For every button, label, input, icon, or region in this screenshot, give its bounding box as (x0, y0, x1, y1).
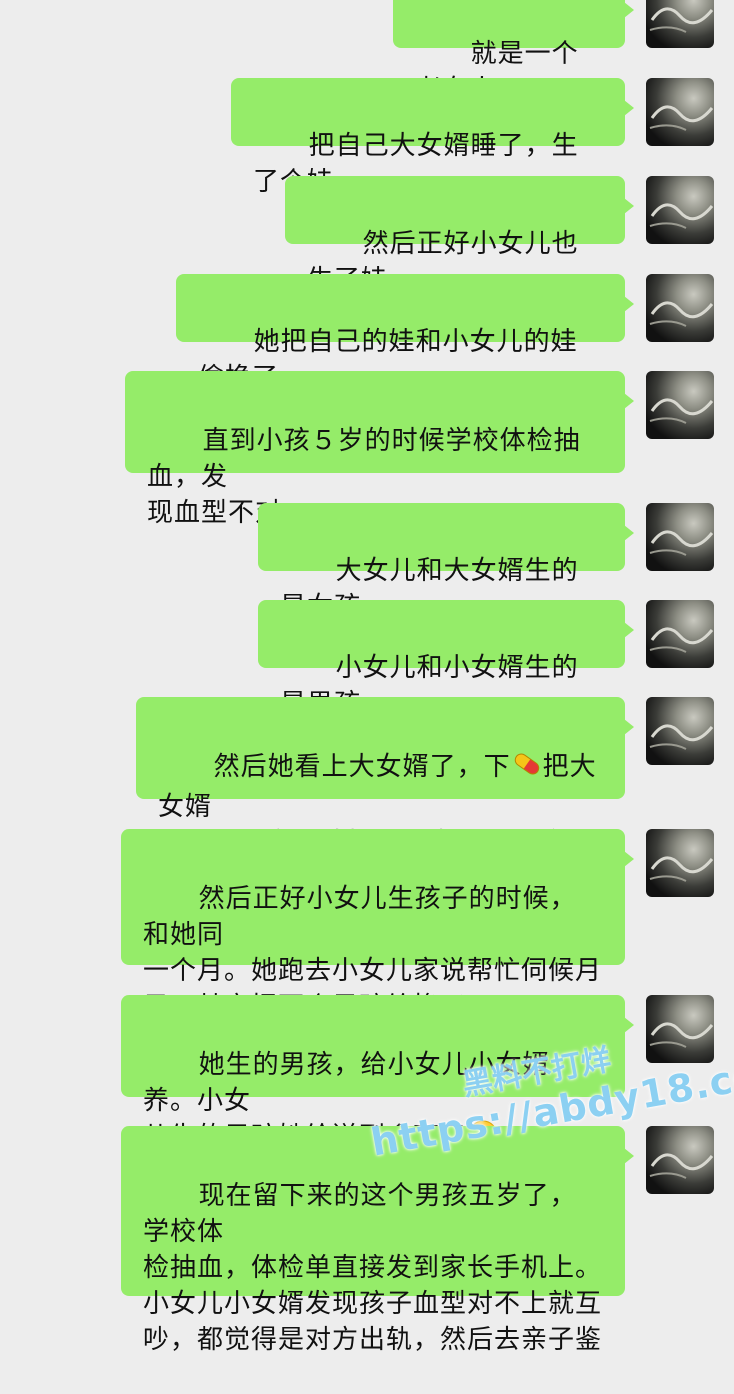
message-bubble[interactable]: 大女儿和大女婿生的是女孩 (258, 503, 634, 622)
user-avatar[interactable] (646, 503, 714, 571)
message-bubble[interactable]: 她生的男孩，给小女儿小女婿养。小女 儿生的男孩她给送到乡下了 (121, 995, 634, 1152)
message-bubble[interactable]: 现在留下来的这个男孩五岁了，学校体 检抽血，体检单直接发到家长手机上。 小女儿小… (121, 1126, 634, 1355)
message-text: 现在留下来的这个男孩五岁了，学校体 检抽血，体检单直接发到家长手机上。 小女儿小… (143, 1181, 603, 1355)
chat-message-list[interactable]: 就是一个老女人 把自己大女婿睡了，生了个娃 然后正好小女儿也生了娃 她把自己的娃… (0, 0, 734, 1355)
user-avatar[interactable] (646, 0, 714, 48)
user-avatar[interactable] (646, 697, 714, 765)
message-bubble[interactable]: 小女儿和小女婿生的是男孩 (258, 600, 634, 719)
user-avatar[interactable] (646, 176, 714, 244)
message-bubble[interactable]: 直到小孩５岁的时候学校体检抽血，发 现血型不对 (125, 371, 634, 528)
message-bubble[interactable]: 把自己大女婿睡了，生了个娃 (231, 78, 634, 197)
message-bubble[interactable]: 就是一个老女人 (393, 0, 634, 105)
message-bubble[interactable]: 她把自己的娃和小女儿的娃偷换了 (176, 274, 634, 393)
message-bubble[interactable]: 然后她看上大女婿了，下把大女婿 睡了，一发入魂怀孕，生了个男孩 (136, 697, 634, 858)
user-avatar[interactable] (646, 274, 714, 342)
user-avatar[interactable] (646, 1126, 714, 1194)
user-avatar[interactable] (646, 371, 714, 439)
user-avatar[interactable] (646, 600, 714, 668)
user-avatar[interactable] (646, 78, 714, 146)
message-text: 然后她看上大女婿了，下 (213, 752, 511, 782)
message-bubble[interactable]: 然后正好小女儿生孩子的时候，和她同 一个月。她跑去小女儿家说帮忙伺候月 子，其实… (121, 829, 634, 1022)
user-avatar[interactable] (646, 829, 714, 897)
pill-icon (511, 749, 543, 789)
user-avatar[interactable] (646, 995, 714, 1063)
message-bubble[interactable]: 然后正好小女儿也生了娃 (285, 176, 634, 295)
